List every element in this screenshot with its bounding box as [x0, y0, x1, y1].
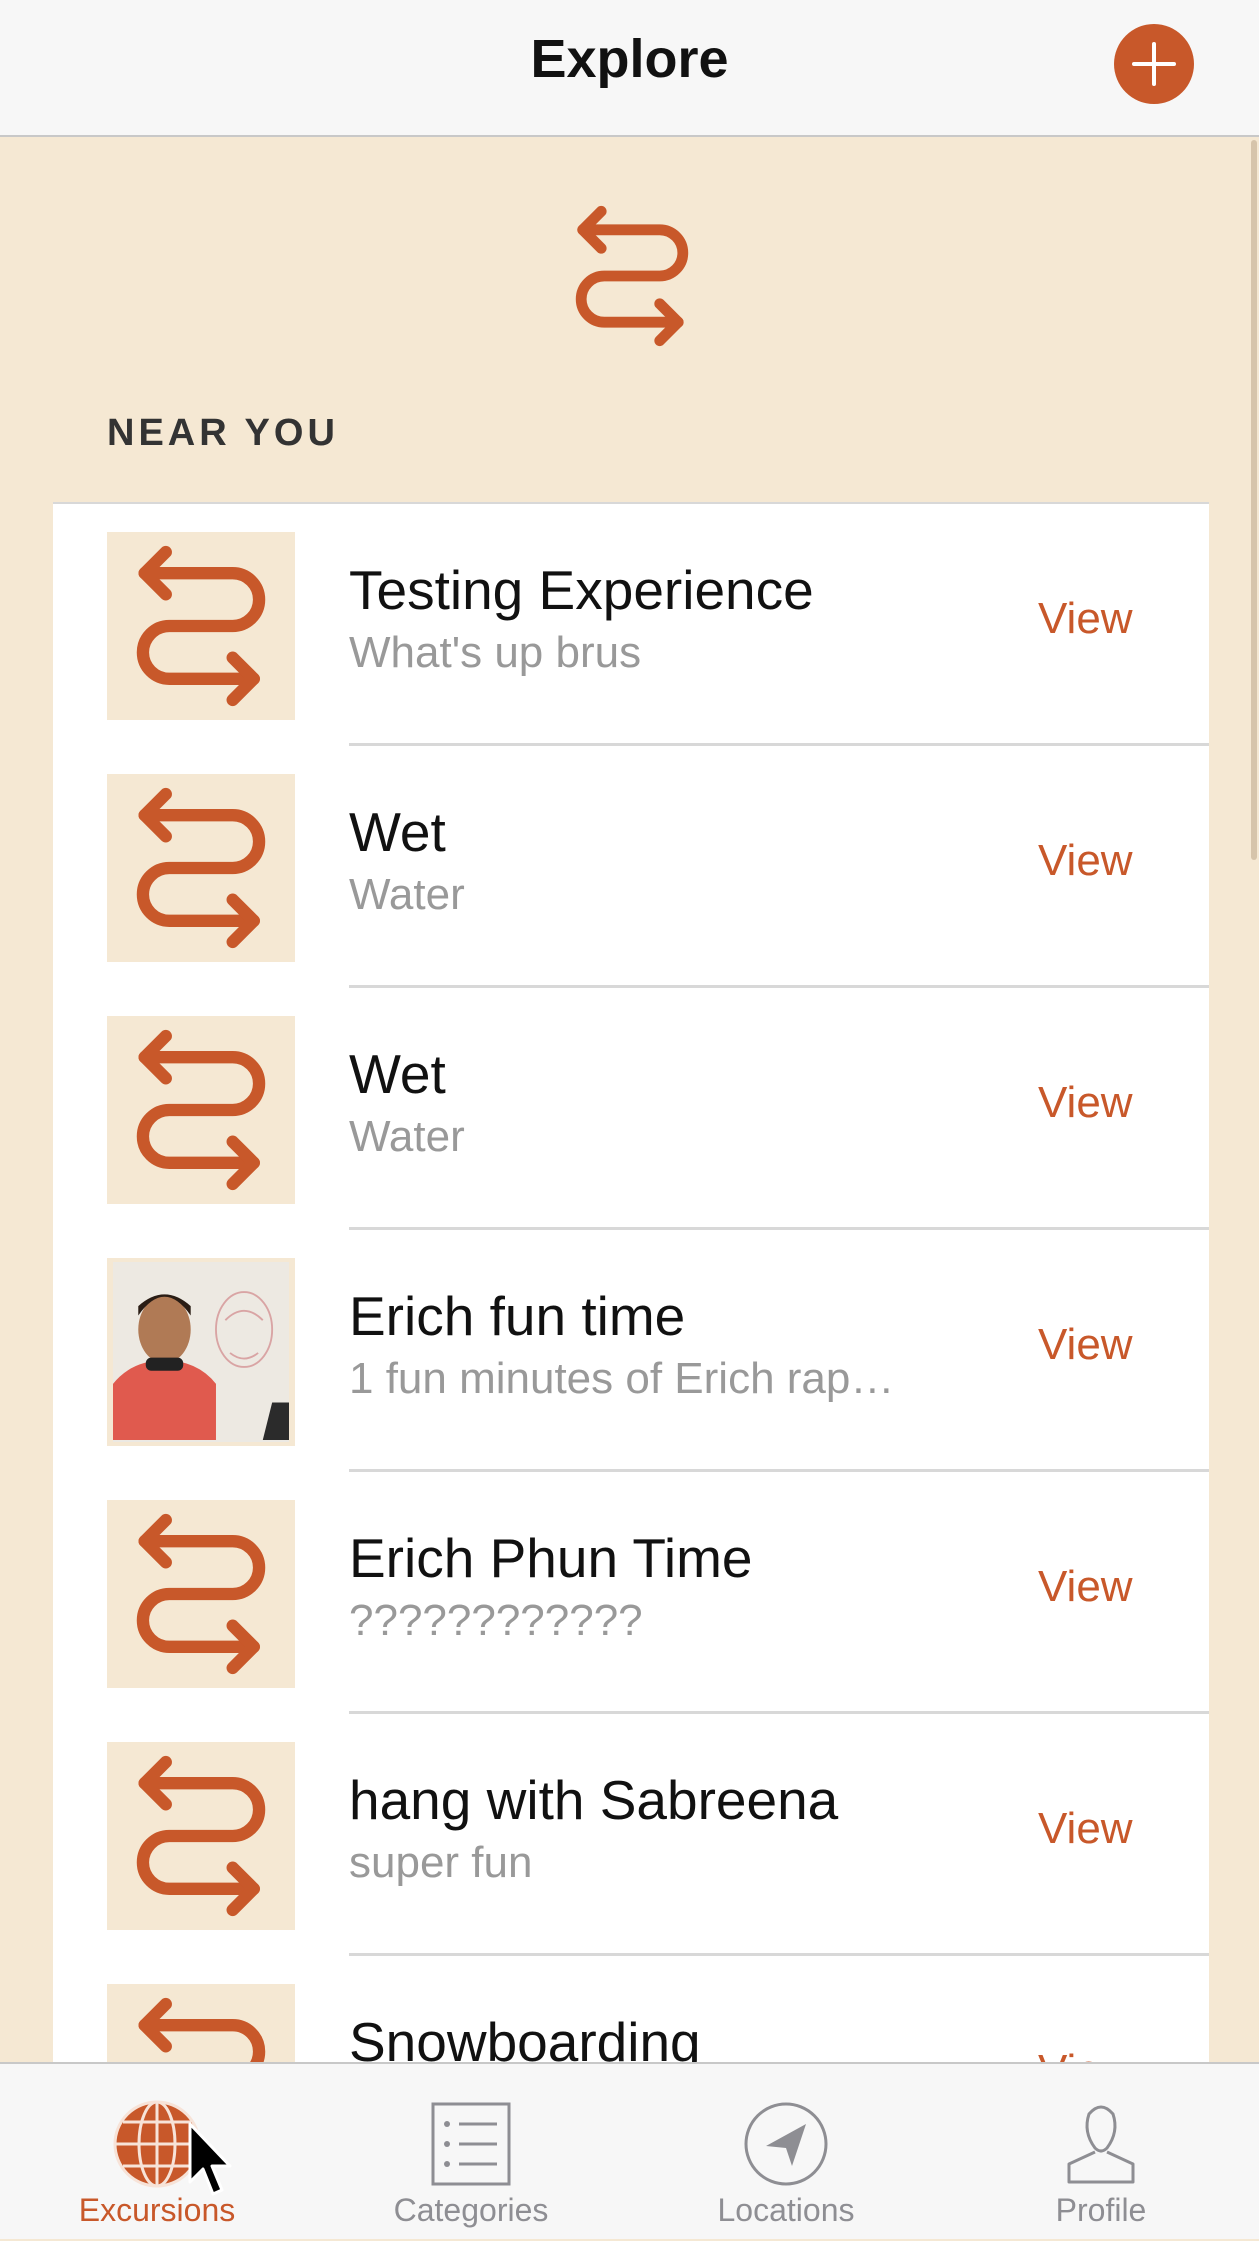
- excursion-thumbnail: [107, 1742, 295, 1930]
- item-subtitle: Water: [349, 1112, 465, 1161]
- excursion-list[interactable]: Testing Experience What's up brus View W…: [53, 502, 1209, 2064]
- list-item[interactable]: Wet Water View: [53, 988, 1209, 1230]
- person-icon: [1067, 2105, 1135, 2184]
- view-button[interactable]: View: [1038, 1804, 1133, 1854]
- list-item[interactable]: Snowboarding View: [53, 1956, 1209, 2064]
- tab-excursions[interactable]: Excursions: [0, 2064, 314, 2241]
- item-subtitle: Water: [349, 870, 465, 919]
- excursion-thumbnail: [107, 532, 295, 720]
- excursion-route-icon: [113, 1988, 289, 2064]
- tab-locations[interactable]: Locations: [629, 2064, 943, 2241]
- tab-profile[interactable]: Profile: [944, 2064, 1258, 2241]
- item-subtitle: 1 fun minutes of Erich rap…: [349, 1354, 895, 1403]
- item-title: Wet: [349, 1043, 446, 1105]
- view-button[interactable]: View: [1038, 1078, 1133, 1128]
- location-arrow-icon: [744, 2102, 828, 2186]
- item-title: Testing Experience: [349, 559, 814, 621]
- list-item[interactable]: Testing Experience What's up brus View: [53, 504, 1209, 746]
- view-button[interactable]: View: [1038, 1562, 1133, 1612]
- navigation-bar: Explore: [0, 0, 1259, 137]
- mouse-cursor-icon: [188, 2122, 232, 2196]
- excursion-route-icon: [113, 1746, 289, 1926]
- tab-label: Locations: [717, 2192, 855, 2228]
- excursion-thumbnail: [107, 1016, 295, 1204]
- view-button[interactable]: View: [1038, 1320, 1133, 1370]
- list-icon: [431, 2102, 511, 2186]
- item-subtitle: super fun: [349, 1838, 533, 1887]
- list-item[interactable]: Erich fun time 1 fun minutes of Erich ra…: [53, 1230, 1209, 1472]
- section-header-near-you: NEAR YOU: [107, 412, 339, 454]
- page-title: Explore: [530, 29, 729, 89]
- view-button[interactable]: View: [1038, 594, 1133, 644]
- list-item[interactable]: Erich Phun Time ???????????? View: [53, 1472, 1209, 1714]
- view-button[interactable]: View: [1038, 836, 1133, 886]
- user-photo: [113, 1262, 289, 1442]
- item-title: Erich Phun Time: [349, 1527, 753, 1589]
- item-subtitle: ????????????: [349, 1596, 643, 1645]
- excursion-route-icon: [113, 1020, 289, 1200]
- item-title: Erich fun time: [349, 1285, 686, 1347]
- excursion-route-icon: [555, 196, 709, 356]
- tab-label: Categories: [393, 2192, 549, 2228]
- tab-categories[interactable]: Categories: [314, 2064, 628, 2241]
- item-subtitle: What's up brus: [349, 628, 642, 677]
- excursion-route-icon: [113, 778, 289, 958]
- item-title: Snowboarding: [349, 2011, 701, 2064]
- item-title: hang with Sabreena: [349, 1769, 839, 1831]
- excursion-route-icon: [113, 1504, 289, 1684]
- excursion-thumbnail: [107, 774, 295, 962]
- add-button[interactable]: [1114, 24, 1194, 104]
- tab-label: Profile: [1055, 2192, 1147, 2228]
- list-item[interactable]: Wet Water View: [53, 746, 1209, 988]
- item-title: Wet: [349, 801, 446, 863]
- excursion-thumbnail: [107, 1500, 295, 1688]
- scrollbar[interactable]: [1251, 140, 1257, 860]
- list-item[interactable]: hang with Sabreena super fun View: [53, 1714, 1209, 1956]
- excursion-thumbnail: [107, 1984, 295, 2064]
- excursion-photo: [107, 1258, 295, 1446]
- tab-label: Excursions: [78, 2192, 236, 2228]
- excursion-route-icon: [113, 536, 289, 716]
